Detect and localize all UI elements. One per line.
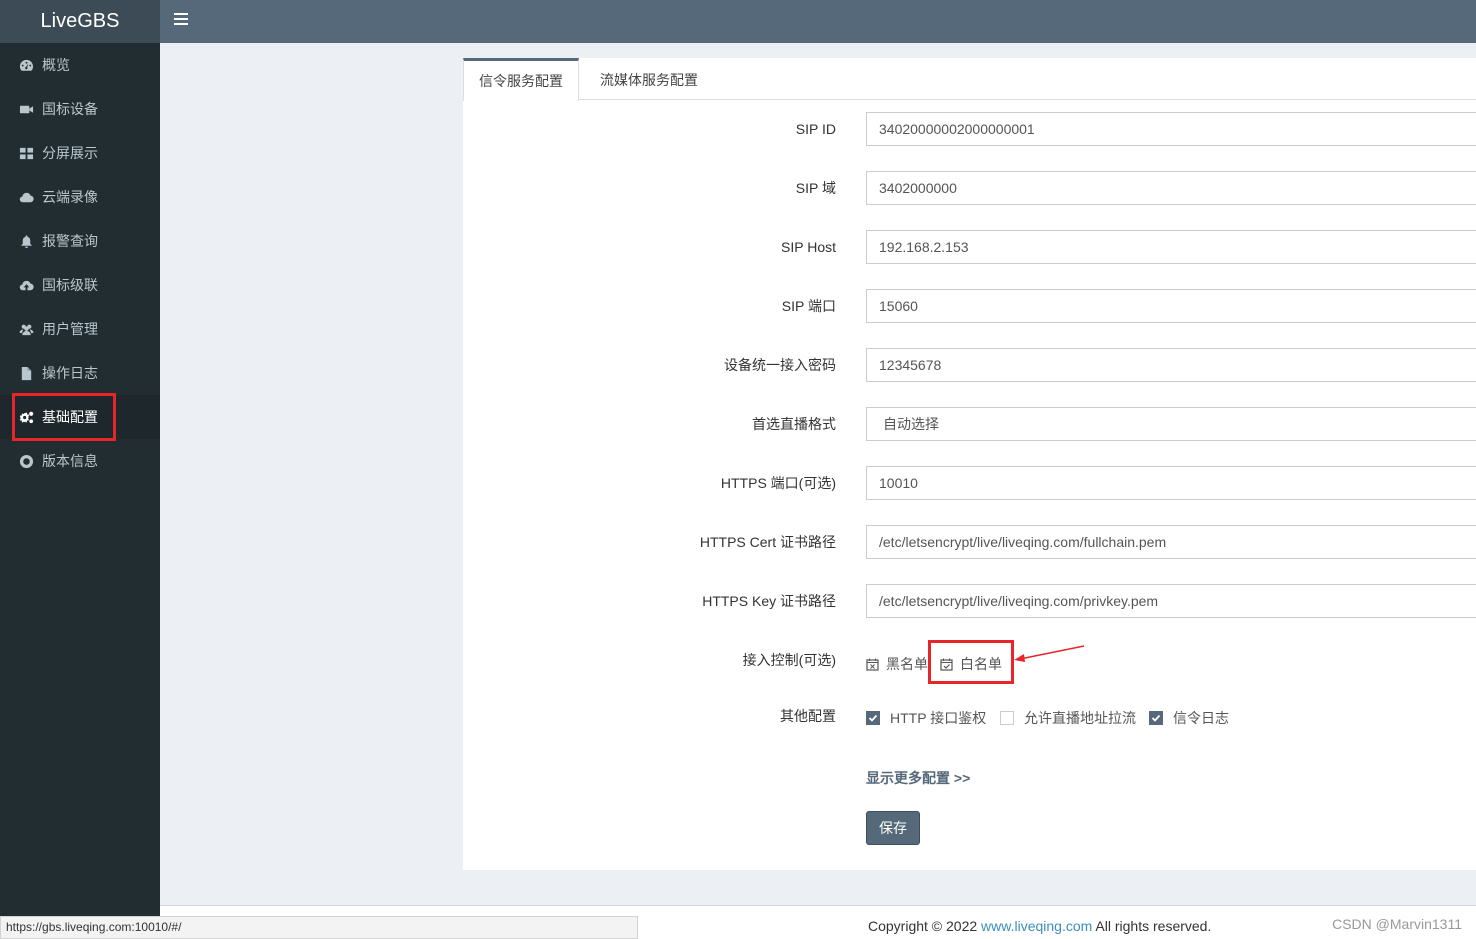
- sip-port-input[interactable]: [866, 289, 1476, 323]
- sidebar-item-alarm[interactable]: 报警查询: [0, 219, 160, 263]
- checkbox-checked-icon: [1149, 711, 1163, 725]
- form-row-sip-domain: SIP 域: [463, 171, 1476, 205]
- form-row-device-password: 设备统一接入密码: [463, 348, 1476, 382]
- form-row-other-config: 其他配置 HTTP 接口鉴权 允许直播地址拉流 信令日志: [463, 699, 1476, 733]
- sidebar-item-label: 国标级联: [42, 277, 98, 293]
- live-format-select[interactable]: 自动选择: [866, 407, 1476, 441]
- checkbox-unchecked-icon: [1000, 711, 1014, 725]
- sidebar-item-split-screen[interactable]: 分屏展示: [0, 131, 160, 175]
- sidebar: LiveGBS 概览 国标设备 分屏展示 云端录像 报警查询 国标级联 用户管理: [0, 0, 160, 939]
- https-port-input[interactable]: [866, 466, 1476, 500]
- device-password-label: 设备统一接入密码: [724, 357, 836, 373]
- sip-domain-input[interactable]: [866, 171, 1476, 205]
- form-row-sip-id: SIP ID: [463, 112, 1476, 146]
- dashboard-icon: [18, 57, 34, 73]
- sidebar-item-users[interactable]: 用户管理: [0, 307, 160, 351]
- sidebar-item-label: 分屏展示: [42, 145, 98, 161]
- calendar-check-icon: [940, 658, 953, 671]
- device-password-input[interactable]: [866, 348, 1476, 382]
- blacklist-option[interactable]: 黑名单: [866, 654, 928, 674]
- sidebar-menu: 概览 国标设备 分屏展示 云端录像 报警查询 国标级联 用户管理 操作日志 基础…: [0, 43, 160, 483]
- config-panel: 信令服务配置 流媒体服务配置 SIP ID SIP 域 SIP Host SIP…: [463, 58, 1476, 870]
- form-row-https-port: HTTPS 端口(可选): [463, 466, 1476, 500]
- sidebar-item-cloud-record[interactable]: 云端录像: [0, 175, 160, 219]
- cloud-upload-icon: [18, 277, 34, 293]
- form-row-https-key: HTTPS Key 证书路径: [463, 584, 1476, 618]
- form-row-sip-port: SIP 端口: [463, 289, 1476, 323]
- grid-icon: [18, 145, 34, 161]
- allow-pull-checkbox[interactable]: 允许直播地址拉流: [1000, 708, 1136, 728]
- https-cert-label: HTTPS Cert 证书路径: [699, 534, 836, 550]
- whitelist-option[interactable]: 白名单: [940, 654, 1002, 674]
- sidebar-item-devices[interactable]: 国标设备: [0, 87, 160, 131]
- form-row-https-cert: HTTPS Cert 证书路径: [463, 525, 1476, 559]
- sidebar-item-label: 版本信息: [42, 453, 98, 469]
- sip-id-input[interactable]: [866, 112, 1476, 146]
- sip-host-label: SIP Host: [781, 239, 836, 255]
- copyright-text: Copyright © 2022 www.liveqing.com All ri…: [868, 918, 1212, 934]
- sip-host-input[interactable]: [866, 230, 1476, 264]
- sidebar-item-label: 用户管理: [42, 321, 98, 337]
- calendar-x-icon: [866, 658, 879, 671]
- tab-signaling-config[interactable]: 信令服务配置: [463, 58, 579, 101]
- https-cert-input[interactable]: [866, 525, 1476, 559]
- tab-media-config[interactable]: 流媒体服务配置: [585, 58, 713, 101]
- menu-toggle-icon[interactable]: [174, 13, 188, 25]
- allow-pull-label: 允许直播地址拉流: [1024, 710, 1136, 726]
- sidebar-item-logs[interactable]: 操作日志: [0, 351, 160, 395]
- signaling-log-label: 信令日志: [1173, 710, 1229, 726]
- blacklist-label: 黑名单: [886, 656, 928, 672]
- form-row-access-control: 接入控制(可选) 黑名单 白名单: [463, 643, 1476, 677]
- whitelist-label: 白名单: [960, 656, 1002, 672]
- sip-domain-label: SIP 域: [795, 180, 836, 196]
- sidebar-item-label: 报警查询: [42, 233, 98, 249]
- access-control-label: 接入控制(可选): [742, 652, 836, 668]
- cloud-icon: [18, 189, 34, 205]
- sidebar-item-label: 概览: [42, 57, 70, 73]
- form-row-sip-host: SIP Host: [463, 230, 1476, 264]
- sip-id-label: SIP ID: [795, 121, 836, 137]
- http-auth-checkbox[interactable]: HTTP 接口鉴权: [866, 708, 986, 728]
- form-row-live-format: 首选直播格式 自动选择: [463, 407, 1476, 441]
- show-more-config-link[interactable]: 显示更多配置 >>: [866, 768, 970, 788]
- life-ring-icon: [18, 453, 34, 469]
- app-logo[interactable]: LiveGBS: [0, 0, 160, 43]
- sidebar-item-version[interactable]: 版本信息: [0, 439, 160, 483]
- top-navbar: [160, 0, 1476, 43]
- sip-port-label: SIP 端口: [781, 298, 836, 314]
- file-icon: [18, 365, 34, 381]
- users-icon: [18, 321, 34, 337]
- sidebar-item-label: 国标设备: [42, 101, 98, 117]
- sidebar-item-label: 操作日志: [42, 365, 98, 381]
- annotation-arrow-icon: [1014, 645, 1085, 662]
- checkbox-checked-icon: [866, 711, 880, 725]
- live-format-label: 首选直播格式: [752, 416, 836, 432]
- sidebar-item-cascade[interactable]: 国标级联: [0, 263, 160, 307]
- https-key-label: HTTPS Key 证书路径: [702, 593, 836, 609]
- sidebar-item-overview[interactable]: 概览: [0, 43, 160, 87]
- https-key-input[interactable]: [866, 584, 1476, 618]
- footer-link[interactable]: www.liveqing.com: [981, 918, 1092, 934]
- watermark: CSDN @Marvin1311: [1332, 916, 1462, 932]
- config-tabs: 信令服务配置 流媒体服务配置: [463, 58, 1476, 101]
- signaling-log-checkbox[interactable]: 信令日志: [1149, 708, 1229, 728]
- other-config-label: 其他配置: [780, 708, 836, 724]
- bell-icon: [18, 233, 34, 249]
- sidebar-item-label: 云端录像: [42, 189, 98, 205]
- http-auth-label: HTTP 接口鉴权: [890, 710, 987, 726]
- save-button[interactable]: 保存: [866, 811, 920, 845]
- sidebar-item-label: 基础配置: [42, 409, 98, 425]
- video-camera-icon: [18, 101, 34, 117]
- gears-icon: [18, 409, 34, 425]
- browser-status-url: https://gbs.liveqing.com:10010/#/: [0, 916, 638, 939]
- sidebar-item-basic-config[interactable]: 基础配置: [0, 395, 160, 439]
- https-port-label: HTTPS 端口(可选): [720, 475, 836, 491]
